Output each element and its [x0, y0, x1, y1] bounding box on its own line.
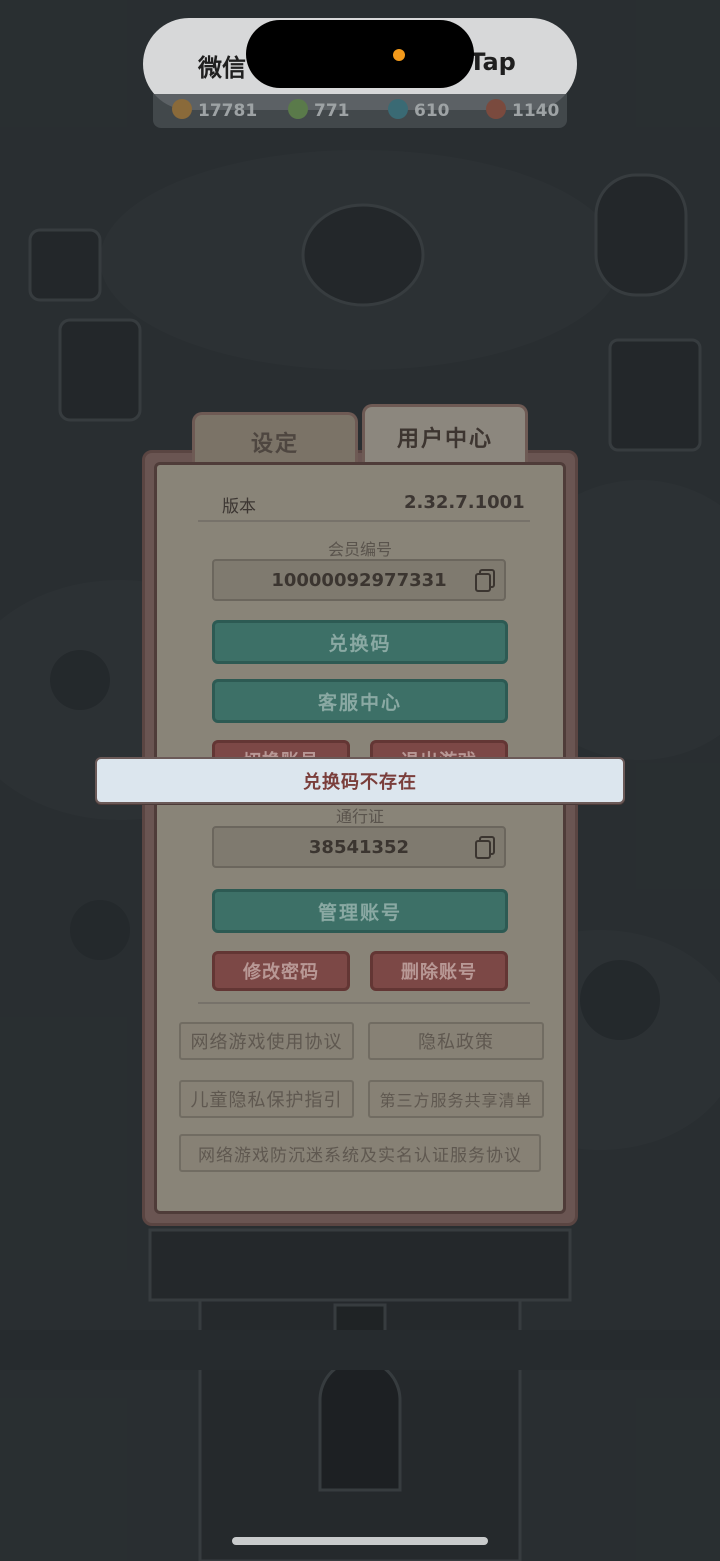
banner-left-label: 微信: [198, 54, 246, 82]
customer-service-button[interactable]: 客服中心: [212, 679, 508, 723]
version-label: 版本: [222, 497, 256, 517]
member-id-value: 10000092977331: [271, 569, 447, 591]
leaf-icon: [288, 99, 308, 119]
pass-label: 通行证: [335, 807, 384, 826]
copy-icon[interactable]: [474, 569, 496, 593]
gem-icon: [388, 99, 408, 119]
privacy-indicator-dot: [393, 49, 405, 61]
copy-icon[interactable]: [474, 836, 496, 860]
child-privacy-link[interactable]: 儿童隐私保护指引: [179, 1080, 354, 1118]
resource-meat: 1140: [486, 99, 559, 121]
home-indicator[interactable]: [232, 1537, 488, 1545]
tab-settings[interactable]: 设定: [192, 412, 358, 468]
dynamic-island: [246, 20, 474, 88]
resource-herb-value: 771: [314, 101, 350, 121]
privacy-policy-link[interactable]: 隐私政策: [368, 1022, 544, 1060]
resource-herb: 771: [288, 99, 350, 121]
change-password-button[interactable]: 修改密码: [212, 951, 350, 991]
tab-user-center[interactable]: 用户中心: [362, 404, 528, 466]
divider: [198, 520, 530, 522]
version-value: 2.32.7.1001: [404, 492, 525, 513]
delete-account-button[interactable]: 删除账号: [370, 951, 508, 991]
game-agreement-link[interactable]: 网络游戏使用协议: [179, 1022, 354, 1060]
member-id-label: 会员编号: [327, 540, 392, 559]
manage-account-button[interactable]: 管理账号: [212, 889, 508, 933]
resource-gold: 17781: [172, 99, 257, 121]
resource-gold-value: 17781: [198, 101, 258, 121]
coin-icon: [172, 99, 192, 119]
resource-gem-value: 610: [414, 101, 450, 121]
resource-gem: 610: [388, 99, 450, 121]
meat-icon: [486, 99, 506, 119]
resource-meat-value: 1140: [512, 101, 560, 121]
divider: [198, 1002, 530, 1004]
redeem-code-button[interactable]: 兑换码: [212, 620, 508, 664]
anti-addiction-agreement-link[interactable]: 网络游戏防沉迷系统及实名认证服务协议: [179, 1134, 541, 1172]
pass-field: 38541352: [212, 826, 506, 868]
error-toast: 兑换码不存在: [95, 757, 625, 804]
member-id-field: 10000092977331: [212, 559, 506, 601]
third-party-sharing-link[interactable]: 第三方服务共享清单: [368, 1080, 544, 1118]
pass-value: 38541352: [308, 836, 410, 858]
